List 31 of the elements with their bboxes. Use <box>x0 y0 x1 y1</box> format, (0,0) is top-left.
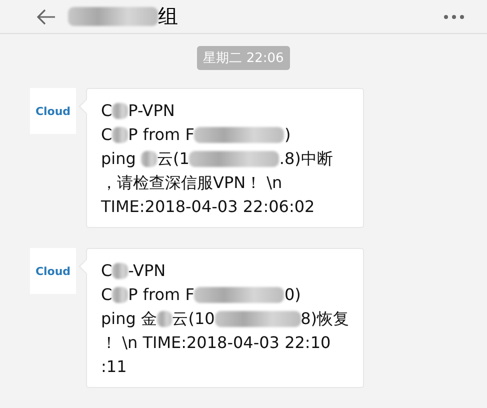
message-text: P-VPN <box>128 100 175 122</box>
blurred-region <box>112 287 128 303</box>
back-icon[interactable] <box>36 8 56 24</box>
blurred-region <box>112 127 128 143</box>
avatar[interactable]: Cloud <box>30 248 76 294</box>
avatar[interactable]: Cloud <box>30 88 76 134</box>
message-text: :11 <box>101 356 127 378</box>
message-text: ping 金 <box>101 308 157 330</box>
message-text: ！ \n TIME:2018-04-03 22:10 <box>101 332 331 354</box>
message-text: 0) <box>284 284 301 306</box>
more-icon[interactable] <box>443 14 465 20</box>
chat-title: 组 <box>158 3 178 30</box>
message-text: C <box>101 284 112 306</box>
message-text: TIME:2018-04-03 22:06:02 <box>101 196 315 218</box>
message-text: P from F <box>128 124 194 146</box>
message-text: -VPN <box>128 260 166 282</box>
message-text: 云(1 <box>156 148 190 170</box>
message-text: C <box>101 124 112 146</box>
message-text: C <box>101 260 112 282</box>
message-text: C <box>101 100 112 122</box>
blurred-region <box>156 311 172 327</box>
blurred-region <box>112 263 128 279</box>
message-text: 云(10 <box>172 308 215 330</box>
blurred-region <box>112 103 128 119</box>
message-text: P from F <box>128 284 194 306</box>
message-text: .8)中断 <box>279 148 333 170</box>
message-text: ) <box>284 124 291 146</box>
message-text: ping <box>101 148 137 170</box>
message-text: 8)恢复 <box>300 308 349 330</box>
blurred-region <box>140 151 157 167</box>
message-text: ，请检查深信服VPN！ \n <box>101 172 282 194</box>
